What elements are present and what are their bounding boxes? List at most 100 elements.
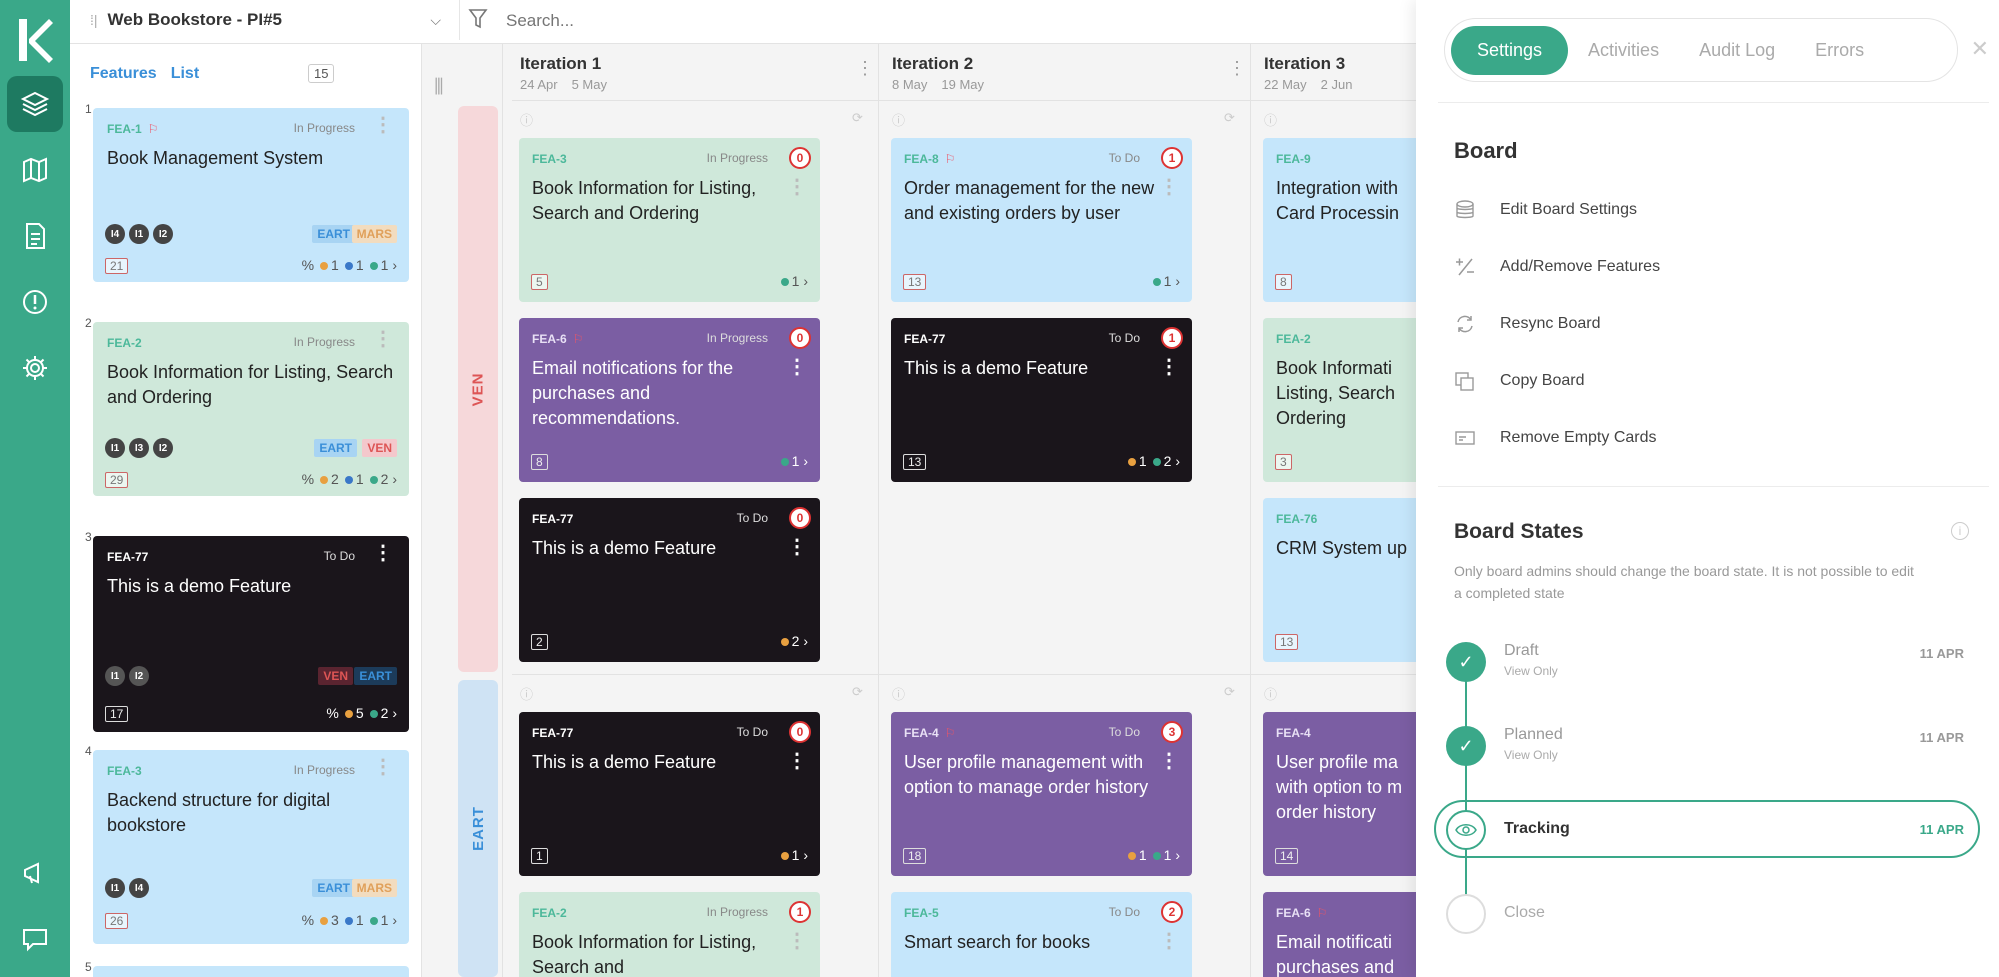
- iteration-badges: I1 I2: [105, 666, 153, 686]
- dependency-badge[interactable]: 0: [789, 721, 811, 743]
- lane-label-eart[interactable]: EART: [458, 680, 498, 977]
- more-icon[interactable]: ⋮: [1228, 58, 1246, 79]
- board-card[interactable]: FEA-2 Book Informati Listing, Search Ord…: [1263, 318, 1423, 482]
- refresh-icon[interactable]: ⟳: [852, 110, 863, 126]
- more-icon[interactable]: ⋮: [856, 58, 874, 79]
- tab-settings[interactable]: Settings: [1451, 25, 1569, 75]
- dependency-badge[interactable]: 3: [1161, 721, 1183, 743]
- layers-icon[interactable]: [7, 76, 63, 132]
- board-selector[interactable]: ⁞| Web Bookstore - PI#5 ⌵: [90, 0, 460, 40]
- info-icon[interactable]: ⓘ: [892, 684, 905, 703]
- refresh-icon[interactable]: ⟳: [1224, 110, 1235, 126]
- dependency-badge[interactable]: 1: [1161, 327, 1183, 349]
- more-icon[interactable]: ⋮: [787, 177, 807, 197]
- card-id: FEA-77: [107, 550, 149, 564]
- feature-card[interactable]: FEA-77 To Do ⋮ This is a demo Feature I1…: [93, 536, 409, 732]
- refresh-icon[interactable]: ⟳: [1224, 684, 1235, 700]
- board-card[interactable]: FEA-6 ⚐ In Progress 0 ⋮ Email notificatio…: [519, 318, 820, 482]
- more-icon[interactable]: ⋮: [787, 357, 807, 377]
- drag-handle-icon: ⁞|: [90, 12, 98, 28]
- megaphone-icon[interactable]: [7, 845, 63, 901]
- edit-board-settings-button[interactable]: Edit Board Settings: [1454, 199, 1637, 221]
- board-card[interactable]: FEA-3 In Progress 0 ⋮ Book Information f…: [519, 138, 820, 302]
- more-icon[interactable]: ⋮: [373, 115, 393, 135]
- remove-empty-cards-button[interactable]: Remove Empty Cards: [1454, 427, 1657, 449]
- feature-card[interactable]: FEA-1 ⚐ In Progress ⋮ Book Management Sys…: [93, 108, 409, 282]
- filter-icon[interactable]: [468, 8, 488, 35]
- more-icon[interactable]: ⋮: [1159, 751, 1179, 771]
- chevron-down-icon[interactable]: ⌵: [430, 12, 441, 29]
- iteration-header[interactable]: Iteration 1 24 Apr 5 May: [520, 54, 870, 106]
- team-tag: MARS: [351, 225, 397, 243]
- iteration-badges: I1 I4: [105, 878, 153, 898]
- document-icon[interactable]: [7, 208, 63, 264]
- dependency-badge[interactable]: 0: [789, 147, 811, 169]
- dependency-badge[interactable]: 2: [1161, 901, 1183, 923]
- story-points: 13: [903, 454, 927, 470]
- state-close[interactable]: Close: [1438, 894, 1964, 934]
- feature-card[interactable]: FEA-2 In Progress ⋮ Book Information for…: [93, 322, 409, 496]
- story-points: 13: [903, 274, 927, 290]
- more-icon[interactable]: ⋮: [787, 537, 807, 557]
- board-card[interactable]: FEA-4 ⚐ To Do 3 ⋮ User profile management…: [891, 712, 1192, 876]
- tab-audit-log[interactable]: Audit Log: [1679, 26, 1795, 75]
- lane-label-ven[interactable]: VEN: [458, 106, 498, 672]
- more-icon[interactable]: ⋮: [787, 931, 807, 951]
- state-planned[interactable]: ✓ Planned View Only 11 APR: [1438, 726, 1964, 766]
- board-card[interactable]: FEA-77 To Do 0 ⋮ This is a demo Feature …: [519, 712, 820, 876]
- tab-list[interactable]: List: [171, 65, 199, 83]
- more-icon[interactable]: ⋮: [787, 751, 807, 771]
- refresh-icon[interactable]: ⟳: [852, 684, 863, 700]
- more-icon[interactable]: ⋮: [373, 329, 393, 349]
- info-icon[interactable]: ⓘ: [520, 110, 533, 129]
- gear-icon[interactable]: [7, 340, 63, 396]
- dependency-badge[interactable]: 1: [789, 901, 811, 923]
- card-status: In Progress: [293, 121, 355, 135]
- info-icon[interactable]: ⓘ: [1264, 110, 1277, 129]
- info-icon[interactable]: ⓘ: [520, 684, 533, 703]
- tab-features[interactable]: Features: [90, 65, 157, 83]
- search-input[interactable]: [506, 6, 1006, 36]
- info-icon[interactable]: ⓘ: [1264, 684, 1277, 703]
- state-draft[interactable]: ✓ Draft View Only 11 APR: [1438, 642, 1964, 682]
- board-card[interactable]: FEA-6 ⚐ Email notificati purchases and: [1263, 892, 1423, 977]
- board-card[interactable]: FEA-76 CRM System up 13: [1263, 498, 1423, 662]
- dependency-badge[interactable]: 0: [789, 507, 811, 529]
- board-card[interactable]: FEA-2 In Progress 1 ⋮ Book Information f…: [519, 892, 820, 977]
- info-icon[interactable]: i: [1951, 522, 1969, 540]
- state-tracking[interactable]: Tracking 11 APR: [1438, 810, 1964, 850]
- card-id: FEA-2: [107, 336, 142, 350]
- alert-icon[interactable]: [7, 274, 63, 330]
- more-icon[interactable]: ⋮: [1159, 177, 1179, 197]
- tab-activities[interactable]: Activities: [1568, 26, 1679, 75]
- more-icon[interactable]: ⋮: [373, 543, 393, 563]
- feature-card[interactable]: FEA-3 In Progress ⋮ Backend structure fo…: [93, 750, 409, 944]
- feature-card[interactable]: [93, 966, 409, 977]
- chat-icon[interactable]: [7, 911, 63, 967]
- board-card[interactable]: FEA-77 To Do 0 ⋮ This is a demo Feature …: [519, 498, 820, 662]
- more-icon[interactable]: ⋮: [373, 757, 393, 777]
- close-icon[interactable]: ✕: [1971, 36, 1989, 62]
- more-icon[interactable]: ⋮: [1159, 357, 1179, 377]
- collapse-handle-icon[interactable]: ⦀: [434, 74, 444, 100]
- board-card[interactable]: FEA-4 User profile ma with option to m o…: [1263, 712, 1423, 876]
- team-tag: EART: [354, 667, 397, 685]
- board-card[interactable]: FEA-77 To Do 1 ⋮ This is a demo Feature …: [891, 318, 1192, 482]
- tab-errors[interactable]: Errors: [1795, 26, 1884, 75]
- board-card[interactable]: FEA-5 To Do 2 ⋮ Smart search for books: [891, 892, 1192, 977]
- resync-board-button[interactable]: Resync Board: [1454, 313, 1601, 335]
- story-points: 29: [105, 472, 129, 488]
- board-card[interactable]: FEA-9 Integration with Card Processin 8: [1263, 138, 1423, 302]
- dependency-badge[interactable]: 1: [1161, 147, 1183, 169]
- dependency-badge[interactable]: 0: [789, 327, 811, 349]
- more-icon[interactable]: ⋮: [1159, 931, 1179, 951]
- copy-board-button[interactable]: Copy Board: [1454, 370, 1585, 392]
- app-logo[interactable]: [12, 14, 58, 66]
- info-icon[interactable]: ⓘ: [892, 110, 905, 129]
- state-sub: View Only: [1504, 664, 1558, 678]
- status-dots: 1 ›: [775, 847, 808, 863]
- map-icon[interactable]: [7, 142, 63, 198]
- add-remove-features-button[interactable]: Add/Remove Features: [1454, 256, 1660, 278]
- board-card[interactable]: FEA-8 ⚐ To Do 1 ⋮ Order management for th…: [891, 138, 1192, 302]
- iteration-header[interactable]: Iteration 2 8 May 19 May: [892, 54, 1242, 106]
